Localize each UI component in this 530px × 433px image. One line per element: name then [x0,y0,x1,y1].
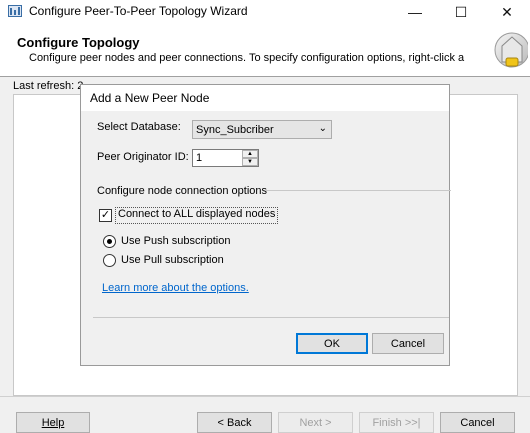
learn-more-link[interactable]: Learn more about the options. [102,282,249,294]
spin-up-icon[interactable]: ▲ [242,150,258,158]
spin-down-icon[interactable]: ▼ [242,158,258,166]
footer-divider [0,396,530,397]
peer-originator-spinner[interactable]: ▲ ▼ [242,150,258,166]
pull-subscription-label[interactable]: Use Pull subscription [121,254,224,266]
connection-options-group-label: Configure node connection options [97,185,268,197]
next-button[interactable]: Next > [278,412,353,433]
connect-all-checkbox[interactable]: ✓ [99,209,112,222]
peer-originator-value: 1 [196,152,203,164]
dialog-title-bar: Add a New Peer Node [81,85,449,111]
finish-button[interactable]: Finish >>| [359,412,434,433]
wizard-app-icon [8,5,22,17]
add-peer-node-dialog: Add a New Peer Node Select Database: Syn… [80,84,451,366]
select-database-label: Select Database: [97,121,181,133]
header-divider [0,76,530,77]
group-divider [265,190,451,191]
checkmark-icon: ✓ [100,209,111,221]
title-bar: Configure Peer-To-Peer Topology Wizard —… [0,0,530,24]
window-title: Configure Peer-To-Peer Topology Wizard [29,4,248,18]
page-subtitle: Configure peer nodes and peer connection… [29,52,465,64]
minimize-icon[interactable]: — [392,0,438,24]
select-database-value: Sync_Subcriber [196,124,274,136]
ok-button[interactable]: OK [296,333,368,354]
dialog-divider [93,317,449,318]
push-subscription-radio[interactable] [103,235,116,248]
wizard-header: Configure Topology Configure peer nodes … [0,24,530,76]
cancel-button[interactable]: Cancel [440,412,515,433]
page-title: Configure Topology [17,35,140,50]
wizard-graphic-icon [494,32,528,68]
select-database-dropdown[interactable]: Sync_Subcriber ⌄ [192,120,332,139]
peer-originator-label: Peer Originator ID: [97,151,189,163]
dialog-cancel-button[interactable]: Cancel [372,333,444,354]
push-subscription-label[interactable]: Use Push subscription [121,235,230,247]
radio-selected-icon [107,239,112,244]
dialog-title: Add a New Peer Node [90,91,210,105]
maximize-icon[interactable]: ☐ [438,0,484,24]
help-button[interactable]: Help [16,412,90,433]
chevron-down-icon: ⌄ [318,123,327,134]
connect-all-label[interactable]: Connect to ALL displayed nodes [115,207,279,224]
back-button[interactable]: < Back [197,412,272,433]
close-icon[interactable]: ✕ [484,0,530,24]
pull-subscription-radio[interactable] [103,254,116,267]
last-refresh-label: Last refresh: 2 [13,80,84,92]
